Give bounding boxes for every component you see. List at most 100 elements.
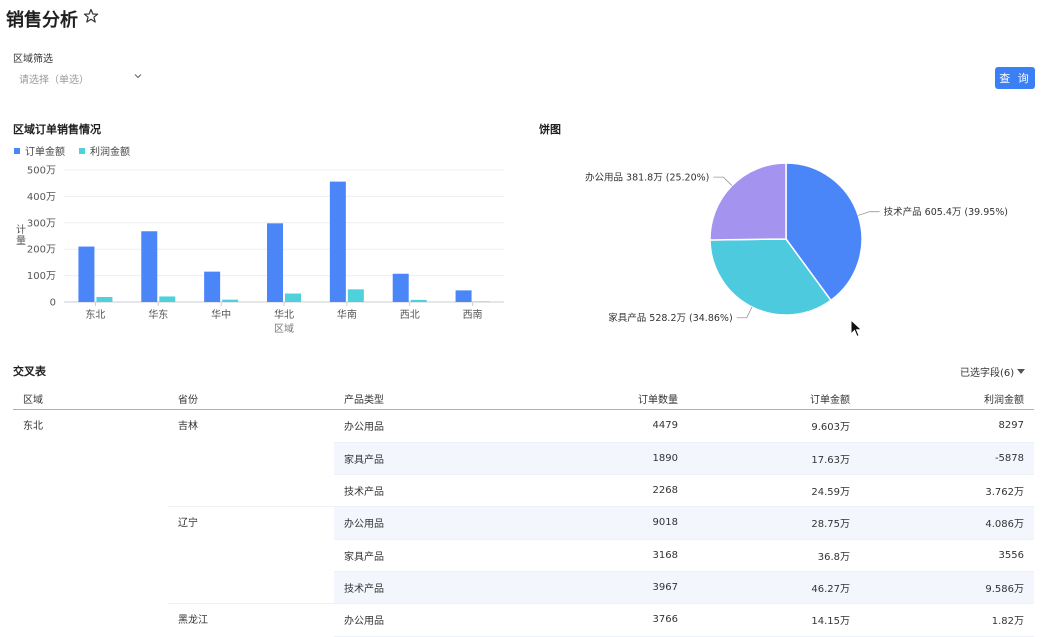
cell-profit-amount: 1.82万 [860,603,1034,637]
bar-order-amount [455,290,472,302]
mouse-cursor-icon [850,319,863,338]
bar-profit-amount [222,299,239,302]
cell-order-count: 3967 [500,571,688,604]
cell-product-type: 办公用品 [334,506,500,540]
chevron-down-icon [134,74,142,79]
cell-order-count: 4479 [500,409,688,443]
cell-product-type: 技术产品 [334,571,500,604]
bar-profit-amount [410,299,427,302]
region-filter-select[interactable]: 请选择（单选） [13,67,145,87]
table-row: 黑龙江 办公用品 3766 14.15万 1.82万 [13,603,1034,637]
pie-slice-label: 办公用品 381.8万 (25.20%) [585,172,709,184]
cell-province: 辽宁 [178,518,198,529]
cell-order-amount: 24.59万 [688,474,860,507]
x-tick-label: 西北 [400,309,420,321]
cell-order-amount: 17.63万 [688,442,860,475]
bar-order-amount [329,181,346,302]
cell-profit-amount: 8297 [860,409,1034,443]
cell-profit-amount: 4.086万 [860,506,1034,540]
y-tick-label: 200万 [27,245,56,256]
header-order-count[interactable]: 订单数量 [500,387,688,410]
table-row: 东北 吉林 办公用品 4479 9.603万 8297 [13,409,1034,443]
header-province[interactable]: 省份 [168,387,334,410]
table-row: 技术产品 3967 46.27万 9.586万 [13,571,1034,604]
query-button[interactable]: 查 询 [995,67,1035,89]
pie-leader-line [713,176,733,186]
bar-profit-amount [285,293,301,302]
bar-profit-amount [159,296,176,302]
header-order-amount[interactable]: 订单金额 [688,387,860,410]
header-product-type[interactable]: 产品类型 [334,387,500,410]
cell-region [13,539,168,571]
cross-table: 区域 省份 产品类型 订单数量 订单金额 利润金额 东北 吉林 办公用品 447… [13,387,1034,637]
favorite-star-icon[interactable] [83,8,99,24]
cell-product-type: 技术产品 [334,474,500,507]
y-tick-label: 500万 [27,166,56,177]
cell-product-type: 办公用品 [334,603,500,637]
y-tick-label: 100万 [27,271,56,282]
pie-slice-label: 家具产品 528.2万 (34.86%) [608,312,732,324]
table-row: 家具产品 3168 36.8万 3556 [13,539,1034,572]
cell-product-type: 家具产品 [334,442,500,475]
cell-profit-amount: 3.762万 [860,474,1034,507]
table-row: 辽宁 办公用品 9018 28.75万 4.086万 [13,506,1034,540]
cell-order-amount: 9.603万 [688,409,860,443]
page-title: 销售分析 [6,10,78,31]
bar-order-amount [78,246,95,302]
cell-province: 黑龙江 [178,615,208,626]
header-profit-amount[interactable]: 利润金额 [860,387,1034,410]
x-tick-label: 华东 [148,308,168,321]
pie-slice [709,162,787,241]
cell-profit-amount: -5878 [860,442,1034,475]
cell-region [13,604,168,637]
caret-down-icon [1017,369,1026,374]
bar-order-amount [267,223,283,302]
x-axis-label: 区域 [274,322,294,335]
cell-province [168,539,334,571]
pie-slice-label: 技术产品 605.4万 (39.95%) [884,206,1008,218]
cell-order-count: 3766 [500,603,688,637]
bar-order-amount [204,271,221,302]
y-tick-label: 0 [50,298,56,309]
pie-chart-title: 饼图 [539,123,561,136]
cell-order-count: 3168 [500,539,688,572]
legend-swatch-order-amount [14,147,20,154]
bar-chart: 0 100万 200万 300万 400万 500万计量东北 华东 华中 华北 华南 西北 西南区域 [16,166,504,335]
cell-region: 东北 [23,421,43,432]
legend-swatch-profit-amount [79,147,85,154]
bar-profit-amount [347,289,364,302]
header-region[interactable]: 区域 [13,387,168,410]
cell-profit-amount: 3556 [860,539,1034,572]
cell-province [168,571,334,604]
bar-chart-title: 区域订单销售情况 [13,123,101,136]
cell-order-count: 1890 [500,442,688,475]
cell-region [13,474,168,507]
bar-profit-amount [96,296,113,302]
selected-fields-label: 已选字段(6) [960,368,1015,379]
table-header-row: 区域 省份 产品类型 订单数量 订单金额 利润金额 [13,387,1034,410]
cell-product-type: 家具产品 [334,539,500,572]
y-tick-label: 300万 [27,218,56,229]
bar-order-amount [141,231,158,302]
bar-order-amount [392,273,409,302]
x-tick-label: 华北 [274,308,294,321]
y-tick-label: 400万 [27,192,56,203]
pie-chart: 技术产品 605.4万 (39.95%) 家具产品 528.2万 (34.86%)… [585,162,1008,324]
cell-profit-amount: 9.586万 [860,571,1034,604]
x-tick-label: 西南 [463,308,483,321]
cell-region [13,571,168,604]
selected-fields-toggle[interactable]: 已选字段(6) [960,364,1026,379]
cell-region [13,507,168,540]
cell-order-amount: 14.15万 [688,603,860,637]
bar-profit-amount [473,301,490,302]
cell-order-amount: 46.27万 [688,571,860,604]
cell-order-amount: 28.75万 [688,506,860,540]
y-axis-label: 计量 [16,223,26,247]
cross-table-title: 交叉表 [13,365,46,378]
pie-leader-line [736,306,753,319]
x-tick-label: 华南 [337,308,357,321]
table-row: 技术产品 2268 24.59万 3.762万 [13,474,1034,507]
cell-order-count: 9018 [500,506,688,540]
x-tick-label: 华中 [211,308,231,321]
cell-order-count: 2268 [500,474,688,507]
